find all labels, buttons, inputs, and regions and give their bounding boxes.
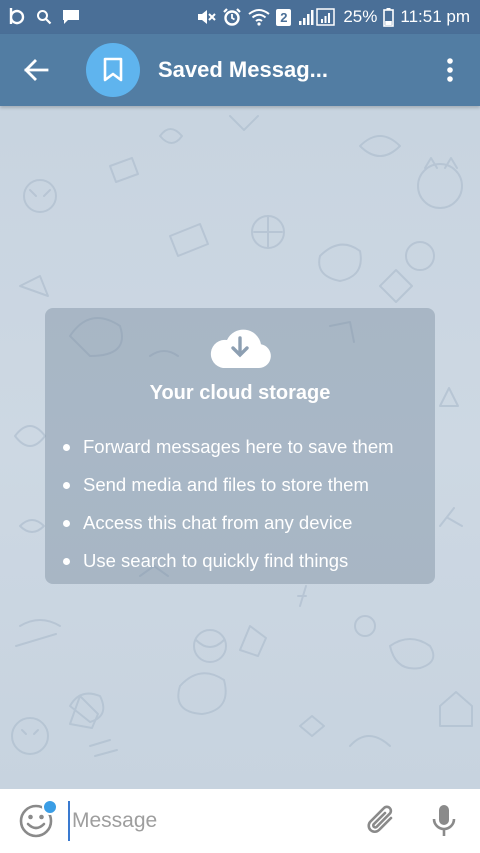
cloud-storage-card: Your cloud storage Forward messages here… (45, 308, 435, 584)
clock: 11:51 pm (400, 7, 470, 26)
search-icon (36, 9, 52, 25)
list-item-text: Access this chat from any device (83, 512, 353, 533)
card-feature-list: Forward messages here to save them Send … (63, 428, 394, 580)
attach-icon (367, 805, 393, 833)
list-item: Access this chat from any device (63, 504, 394, 542)
bullet (63, 557, 70, 565)
cloud-download-icon (210, 329, 271, 368)
bullet (63, 481, 70, 489)
avatar[interactable] (86, 43, 140, 97)
card-title: Your cloud storage (149, 382, 331, 404)
more-menu-button[interactable] (420, 34, 480, 106)
bullet (63, 443, 70, 451)
emoji-button[interactable] (18, 799, 58, 839)
mic-icon (432, 805, 456, 836)
list-item: Forward messages here to save them (63, 428, 394, 466)
back-button[interactable] (0, 34, 72, 106)
attach-button[interactable] (362, 801, 402, 841)
wifi-icon (248, 8, 270, 26)
list-item: Send media and files to store them (63, 466, 394, 504)
list-item-text: Send media and files to store them (83, 474, 369, 495)
message-input[interactable] (68, 801, 352, 841)
list-item: Use search to quickly find things (63, 542, 394, 580)
more-vert-icon (447, 58, 453, 82)
list-item-text: Use search to quickly find things (83, 550, 349, 571)
arrow-back-icon (24, 59, 49, 81)
signal-icon (297, 8, 337, 26)
telegram-chat-screen: 2 25% 11:51 pm Saved Messag... Your clou… (0, 0, 480, 853)
chat-header: Saved Messag... (0, 34, 480, 106)
bookmark-icon (103, 57, 123, 82)
chat-title[interactable]: Saved Messag... (158, 57, 328, 83)
bullet (63, 519, 70, 527)
battery-icon (383, 7, 395, 27)
b-app-icon (8, 7, 26, 27)
voice-record-button[interactable] (424, 801, 464, 841)
sim-badge: 2 (276, 8, 292, 26)
battery-percent: 25% (343, 7, 378, 26)
chat-wallpaper: Your cloud storage Forward messages here… (0, 106, 480, 789)
message-icon (62, 9, 80, 25)
status-bar: 2 25% 11:51 pm (0, 0, 480, 34)
notification-dot (42, 799, 58, 815)
mute-icon (196, 8, 217, 26)
alarm-icon (222, 7, 242, 27)
list-item-text: Forward messages here to save them (83, 436, 394, 457)
message-composer (0, 789, 480, 853)
